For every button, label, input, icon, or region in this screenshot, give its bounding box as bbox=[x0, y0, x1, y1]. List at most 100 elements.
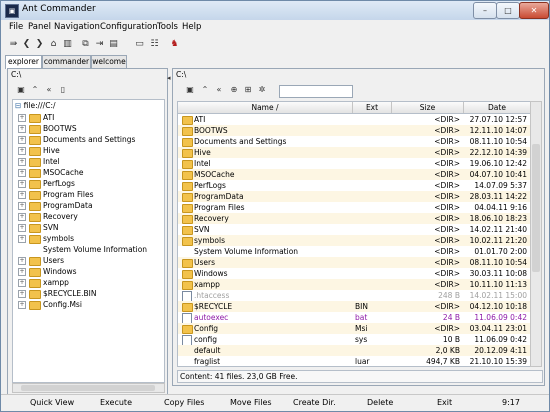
expand-icon[interactable]: + bbox=[18, 301, 26, 309]
menu-file[interactable]: File bbox=[9, 22, 23, 32]
mkdir-icon[interactable]: ▥ bbox=[62, 38, 73, 50]
menu-navigation[interactable]: Navigation bbox=[54, 22, 100, 32]
sync-icon[interactable]: ✲ bbox=[257, 84, 267, 95]
tree-root[interactable]: ⊟ file:///C:/ bbox=[15, 101, 56, 110]
expand-icon[interactable]: + bbox=[18, 114, 26, 122]
move-files-button[interactable]: Move Files bbox=[230, 398, 272, 407]
table-row[interactable]: SVN <DIR> 14.02.11 21:40 bbox=[178, 224, 530, 235]
expand-icon[interactable]: + bbox=[18, 268, 26, 276]
rename-icon[interactable]: ▭ bbox=[134, 38, 145, 50]
up-icon[interactable]: ⌃ bbox=[30, 84, 40, 95]
expand-icon[interactable]: + bbox=[18, 224, 26, 232]
new-file-icon[interactable]: ▤ bbox=[108, 38, 119, 50]
table-row[interactable]: ProgramData <DIR> 28.03.11 14:22 bbox=[178, 191, 530, 202]
tree-node[interactable]: + Recovery bbox=[18, 211, 162, 222]
tree-horizontal-scrollbar[interactable] bbox=[12, 383, 165, 393]
table-row[interactable]: ATI <DIR> 27.07.10 12:57 bbox=[178, 114, 530, 125]
bookmark-icon[interactable]: ▯ bbox=[58, 84, 68, 95]
table-row[interactable]: BOOTWS <DIR> 12.11.10 14:07 bbox=[178, 125, 530, 136]
tree-node[interactable]: + Documents and Settings bbox=[18, 134, 162, 145]
back-icon[interactable]: ❮ bbox=[21, 38, 32, 50]
menu-panel[interactable]: Panel bbox=[28, 22, 51, 32]
table-row[interactable]: Recovery <DIR> 18.06.10 18:23 bbox=[178, 213, 530, 224]
create-dir-button[interactable]: Create Dir. bbox=[293, 398, 336, 407]
expand-icon[interactable]: + bbox=[18, 191, 26, 199]
expand-icon[interactable]: + bbox=[18, 158, 26, 166]
expand-icon[interactable]: + bbox=[18, 147, 26, 155]
rewind-icon[interactable]: « bbox=[214, 84, 224, 95]
table-row[interactable]: Hive <DIR> 22.12.10 14:39 bbox=[178, 147, 530, 158]
close-button[interactable]: ✕ bbox=[519, 2, 549, 19]
home-icon[interactable]: ⌂ bbox=[48, 38, 59, 50]
tab-welcome[interactable]: welcome bbox=[91, 55, 127, 68]
table-row[interactable]: MSOCache <DIR> 04.07.10 10:41 bbox=[178, 169, 530, 180]
table-row[interactable]: PerfLogs <DIR> 14.07.09 5:37 bbox=[178, 180, 530, 191]
table-row[interactable]: config sys 10 B 11.06.09 0:42 bbox=[178, 334, 530, 346]
copy-files-button[interactable]: Copy Files bbox=[164, 398, 204, 407]
table-row[interactable]: Windows <DIR> 30.03.11 10:08 bbox=[178, 268, 530, 279]
expand-icon[interactable]: + bbox=[18, 180, 26, 188]
table-row[interactable]: Program Files <DIR> 04.04.11 9:16 bbox=[178, 202, 530, 213]
tree-node[interactable]: System Volume Information bbox=[18, 244, 162, 255]
table-row[interactable]: System Volume Information <DIR> 01.01.70 2… bbox=[178, 246, 530, 257]
table-row[interactable]: xampp <DIR> 10.11.10 11:13 bbox=[178, 279, 530, 290]
table-row[interactable]: Users <DIR> 08.11.10 10:54 bbox=[178, 257, 530, 268]
tree-node[interactable]: + xampp bbox=[18, 277, 162, 288]
table-row[interactable]: Intel <DIR> 19.06.10 12:42 bbox=[178, 158, 530, 169]
expand-icon[interactable]: + bbox=[18, 290, 26, 298]
up-icon[interactable]: ⌃ bbox=[200, 84, 210, 95]
ant-icon[interactable]: ♞ bbox=[169, 38, 180, 50]
minimize-button[interactable]: – bbox=[473, 2, 497, 19]
expand-icon[interactable]: + bbox=[18, 213, 26, 221]
table-row[interactable]: Config Msi <DIR> 03.04.11 23:01 bbox=[178, 323, 530, 334]
save-icon[interactable]: ▣ bbox=[185, 84, 195, 95]
network-icon[interactable]: ⊕ bbox=[229, 84, 239, 95]
expand-icon[interactable]: + bbox=[18, 202, 26, 210]
tree-node[interactable]: + Config.Msi bbox=[18, 299, 162, 310]
table-row[interactable]: default 2,0 KB 20.12.09 4:11 bbox=[178, 345, 530, 356]
tree-node[interactable]: + ATI bbox=[18, 112, 162, 123]
column-ext[interactable]: Ext bbox=[353, 102, 392, 113]
properties-icon[interactable]: ☷ bbox=[149, 38, 160, 50]
tree-node[interactable]: + BOOTWS bbox=[18, 123, 162, 134]
expand-icon[interactable]: + bbox=[18, 125, 26, 133]
column-size[interactable]: Size bbox=[392, 102, 464, 113]
tree-node[interactable]: + $RECYCLE.BIN bbox=[18, 288, 162, 299]
menu-help[interactable]: Help bbox=[182, 22, 201, 32]
file-list-scrollbar[interactable] bbox=[530, 101, 542, 367]
tab-commander[interactable]: commander bbox=[42, 55, 91, 68]
save-icon[interactable]: ▣ bbox=[16, 84, 26, 95]
tree-node[interactable]: + Users bbox=[18, 255, 162, 266]
menu-tools[interactable]: Tools bbox=[157, 22, 178, 32]
tree-node[interactable]: + Program Files bbox=[18, 189, 162, 200]
filter-input[interactable] bbox=[279, 85, 353, 98]
execute-button[interactable]: Execute bbox=[100, 398, 132, 407]
menu-configuration[interactable]: Configuration bbox=[100, 22, 158, 32]
rewind-icon[interactable]: « bbox=[44, 84, 54, 95]
expand-icon[interactable]: + bbox=[18, 136, 26, 144]
forward-icon[interactable]: ❯ bbox=[34, 38, 45, 50]
tree-node[interactable]: + MSOCache bbox=[18, 167, 162, 178]
go-icon[interactable]: ⇛ bbox=[8, 38, 19, 50]
exit-button[interactable]: Exit bbox=[437, 398, 452, 407]
tree-node[interactable]: + ProgramData bbox=[18, 200, 162, 211]
expand-icon[interactable]: + bbox=[18, 235, 26, 243]
tree-node[interactable]: + SVN bbox=[18, 222, 162, 233]
tree-node[interactable]: + Windows bbox=[18, 266, 162, 277]
expand-icon[interactable]: + bbox=[18, 279, 26, 287]
column-date[interactable]: Date bbox=[464, 102, 530, 113]
splitter-arrow-icon[interactable]: ◂ bbox=[167, 74, 171, 84]
copy-file-icon[interactable]: ⧉ bbox=[80, 38, 91, 50]
tree-node[interactable]: + Hive bbox=[18, 145, 162, 156]
table-row[interactable]: autoexec bat 24 B 11.06.09 0:42 bbox=[178, 312, 530, 324]
tree-node[interactable]: + PerfLogs bbox=[18, 178, 162, 189]
expand-icon[interactable]: + bbox=[18, 257, 26, 265]
grid-view-icon[interactable]: ⊞ bbox=[243, 84, 253, 95]
quick-view-button[interactable]: Quick View bbox=[30, 398, 74, 407]
folder-tree[interactable]: ⊟ file:///C:/ + ATI + BOOTWS + Documents and … bbox=[12, 99, 165, 383]
move-file-icon[interactable]: ⇥ bbox=[94, 38, 105, 50]
table-row[interactable]: $RECYCLE BIN <DIR> 04.12.10 10:18 bbox=[178, 301, 530, 312]
table-row[interactable]: .htaccess 248 B 14.02.11 15:00 bbox=[178, 290, 530, 302]
tab-explorer[interactable]: explorer bbox=[5, 55, 42, 69]
tree-node[interactable]: + Intel bbox=[18, 156, 162, 167]
